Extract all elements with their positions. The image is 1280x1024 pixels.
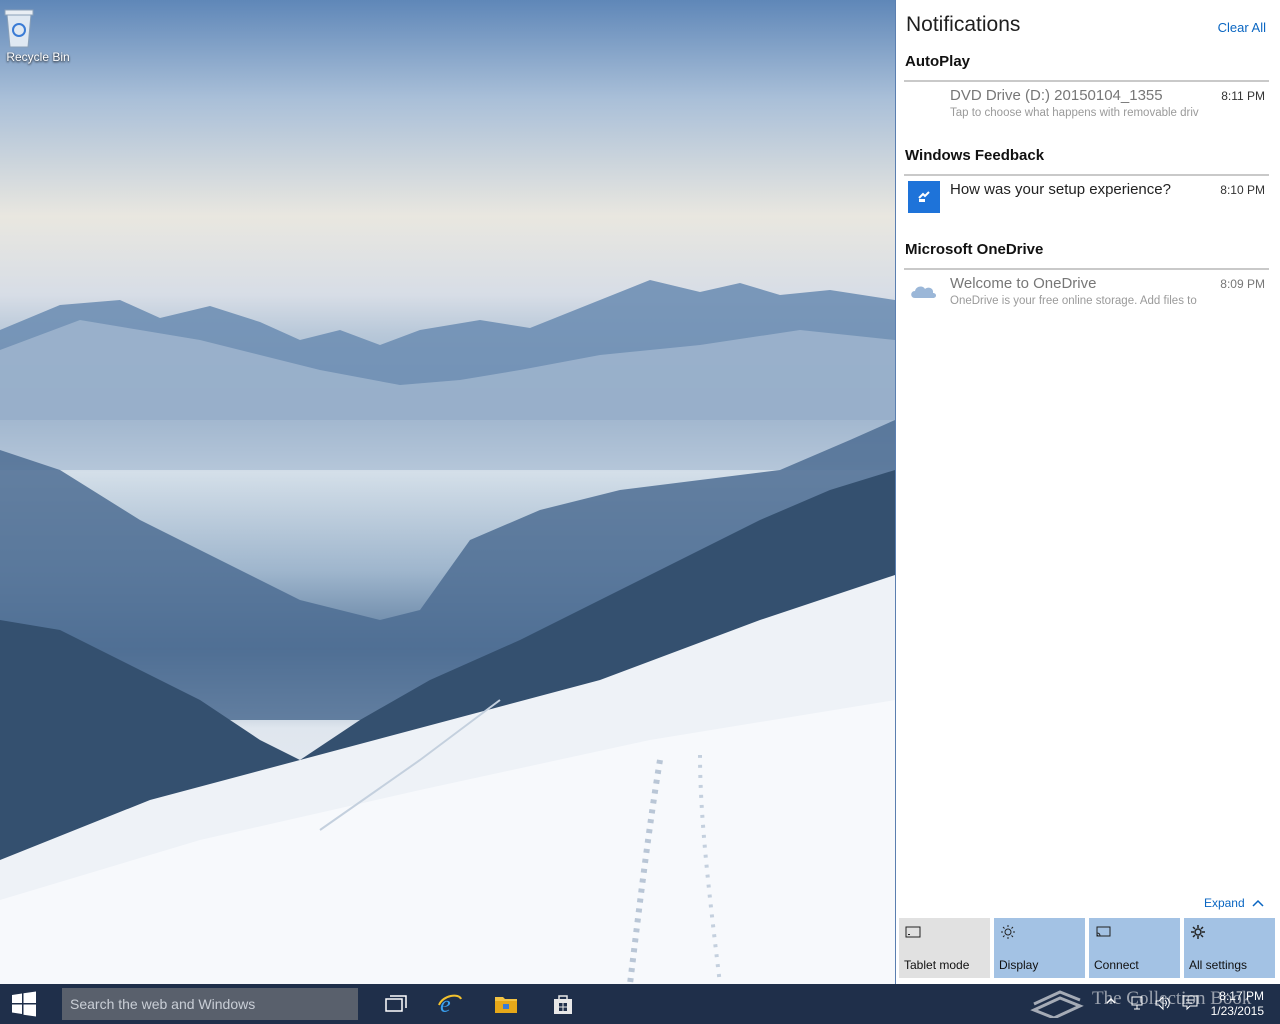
- quick-action-connect[interactable]: Connect: [1089, 918, 1180, 978]
- expand-label: Expand: [1203, 896, 1245, 910]
- dvd-drive-icon: [908, 92, 940, 124]
- clear-all-link[interactable]: Clear All: [1218, 20, 1266, 35]
- recycle-bin-icon: [4, 6, 53, 48]
- store-icon[interactable]: [549, 990, 577, 1018]
- chevron-up-icon: [1248, 896, 1264, 910]
- search-input[interactable]: Search the web and Windows: [62, 988, 358, 1020]
- gear-icon: [1190, 924, 1206, 940]
- quick-action-label: All settings: [1189, 958, 1248, 972]
- windows-logo-icon: [12, 991, 36, 1017]
- quick-action-display[interactable]: Display: [994, 918, 1085, 978]
- quick-action-all-settings[interactable]: All settings: [1184, 918, 1275, 978]
- group-title-onedrive: Microsoft OneDrive: [905, 241, 1044, 258]
- mountain-landscape: [0, 280, 895, 984]
- group-title-windows-feedback: Windows Feedback: [905, 147, 1045, 164]
- feedback-icon: [908, 181, 940, 213]
- action-center-panel: Notifications Clear All AutoPlay DVD Dri…: [895, 0, 1280, 984]
- watermark: The Collection Book: [1030, 980, 1270, 1020]
- notification-dvd-drive[interactable]: DVD Drive (D:) 20150104_1355 Tap to choo…: [904, 82, 1269, 132]
- watermark-text: The Collection Book: [1092, 988, 1252, 1009]
- file-explorer-icon[interactable]: [492, 990, 520, 1018]
- notification-time: 8:10 PM: [1220, 183, 1265, 197]
- notification-onedrive-welcome[interactable]: Welcome to OneDrive OneDrive is your fre…: [904, 270, 1269, 320]
- notification-time: 8:09 PM: [1220, 277, 1265, 291]
- notifications-title: Notifications: [906, 13, 1021, 36]
- book-icon: [1030, 990, 1084, 1020]
- quick-action-label: Connect: [1094, 958, 1139, 972]
- notification-time: 8:11 PM: [1221, 89, 1265, 103]
- notification-title: Welcome to OneDrive: [950, 275, 1097, 292]
- group-title-autoplay: AutoPlay: [905, 53, 971, 70]
- start-button[interactable]: [0, 984, 48, 1024]
- onedrive-cloud-icon: [908, 278, 940, 310]
- notification-title: How was your setup experience?: [950, 181, 1171, 198]
- internet-explorer-icon[interactable]: e: [436, 990, 464, 1018]
- tablet-icon: [905, 924, 921, 940]
- connect-icon: [1095, 924, 1111, 940]
- expand-link[interactable]: Expand: [1204, 896, 1264, 910]
- quick-action-label: Display: [999, 958, 1039, 972]
- task-view-icon[interactable]: [382, 990, 410, 1018]
- notification-body: Tap to choose what happens with removabl…: [950, 107, 1199, 119]
- notification-body: OneDrive is your free online storage. Ad…: [950, 295, 1197, 307]
- brightness-icon: [1000, 924, 1016, 940]
- quick-action-label: Tablet mode: [904, 958, 970, 972]
- notification-title: DVD Drive (D:) 20150104_1355: [950, 87, 1163, 104]
- quick-action-tablet-mode[interactable]: Tablet mode: [899, 918, 990, 978]
- recycle-bin-label: Recycle Bin: [6, 50, 70, 64]
- notification-setup-feedback[interactable]: How was your setup experience? 8:10 PM: [904, 176, 1269, 226]
- recycle-bin[interactable]: Recycle Bin: [4, 6, 72, 64]
